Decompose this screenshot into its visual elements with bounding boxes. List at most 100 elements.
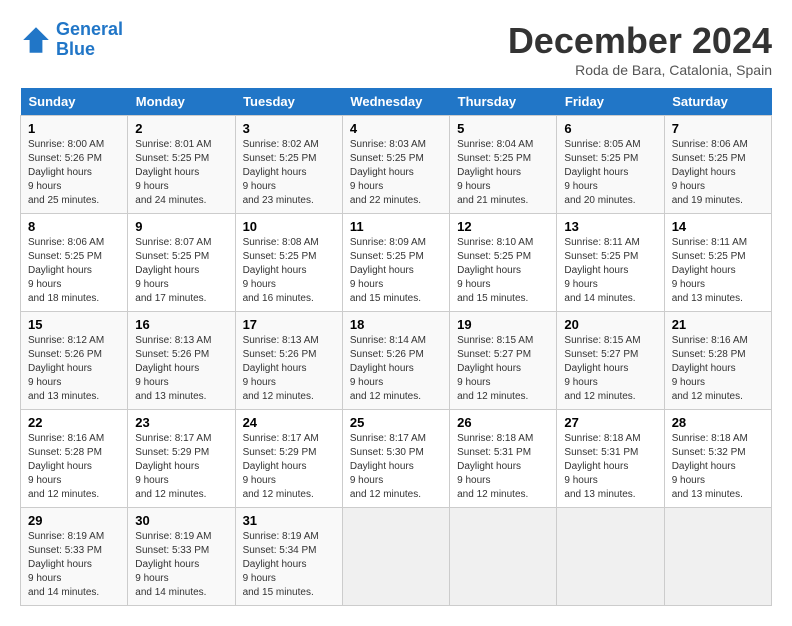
header-thursday: Thursday xyxy=(450,88,557,116)
day-number: 6 xyxy=(564,121,656,136)
calendar-cell: 4Sunrise: 8:03 AMSunset: 5:25 PMDaylight… xyxy=(342,116,449,214)
day-number: 5 xyxy=(457,121,549,136)
day-info: Sunrise: 8:02 AMSunset: 5:25 PMDaylight … xyxy=(243,138,335,208)
calendar-cell: 6 Sunrise: 8:05 AMSunset: 5:25 PMDaylight… xyxy=(557,116,664,214)
day-number: 21 xyxy=(672,317,764,332)
day-number: 8 xyxy=(28,219,120,234)
calendar-cell: 24Sunrise: 8:17 AMSunset: 5:29 PMDayligh… xyxy=(235,410,342,508)
calendar-row: 22 Sunrise: 8:16 AMSunset: 5:28 PMDayligh… xyxy=(21,410,772,508)
calendar-cell: 21 Sunrise: 8:16 AMSunset: 5:28 PMDayligh… xyxy=(664,312,771,410)
day-number: 11 xyxy=(350,219,442,234)
calendar-cell: 23 Sunrise: 8:17 AMSunset: 5:29 PMDayligh… xyxy=(128,410,235,508)
day-info: Sunrise: 8:10 AMSunset: 5:25 PMDaylight … xyxy=(457,236,549,306)
day-info: Sunrise: 8:03 AMSunset: 5:25 PMDaylight … xyxy=(350,138,442,208)
calendar-body: 1 Sunrise: 8:00 AMSunset: 5:26 PMDaylight… xyxy=(21,116,772,606)
day-info: Sunrise: 8:15 AMSunset: 5:27 PMDaylight … xyxy=(457,334,549,404)
calendar-cell: 8 Sunrise: 8:06 AMSunset: 5:25 PMDaylight… xyxy=(21,214,128,312)
day-info: Sunrise: 8:15 AMSunset: 5:27 PMDaylight … xyxy=(564,334,656,404)
calendar-cell: 16Sunrise: 8:13 AMSunset: 5:26 PMDayligh… xyxy=(128,312,235,410)
calendar-cell: 7Sunrise: 8:06 AMSunset: 5:25 PMDaylight… xyxy=(664,116,771,214)
day-info: Sunrise: 8:04 AMSunset: 5:25 PMDaylight … xyxy=(457,138,549,208)
day-number: 31 xyxy=(243,513,335,528)
calendar-cell: 27Sunrise: 8:18 AMSunset: 5:31 PMDayligh… xyxy=(557,410,664,508)
day-info: Sunrise: 8:19 AMSunset: 5:33 PMDaylight … xyxy=(28,530,120,600)
calendar-cell: 31 Sunrise: 8:19 AMSunset: 5:34 PMDayligh… xyxy=(235,508,342,606)
day-number: 26 xyxy=(457,415,549,430)
calendar-row: 1 Sunrise: 8:00 AMSunset: 5:26 PMDaylight… xyxy=(21,116,772,214)
day-info: Sunrise: 8:17 AMSunset: 5:29 PMDaylight … xyxy=(243,432,335,502)
calendar-cell: 19 Sunrise: 8:15 AMSunset: 5:27 PMDayligh… xyxy=(450,312,557,410)
title-block: December 2024 Roda de Bara, Catalonia, S… xyxy=(508,20,772,78)
day-number: 29 xyxy=(28,513,120,528)
calendar-cell: 2 Sunrise: 8:01 AMSunset: 5:25 PMDaylight… xyxy=(128,116,235,214)
page-header: General Blue December 2024 Roda de Bara,… xyxy=(20,20,772,78)
day-number: 19 xyxy=(457,317,549,332)
day-info: Sunrise: 8:17 AMSunset: 5:29 PMDaylight … xyxy=(135,432,227,502)
day-info: Sunrise: 8:11 AMSunset: 5:25 PMDaylight … xyxy=(564,236,656,306)
calendar-row: 15Sunrise: 8:12 AMSunset: 5:26 PMDayligh… xyxy=(21,312,772,410)
day-number: 9 xyxy=(135,219,227,234)
day-number: 28 xyxy=(672,415,764,430)
day-number: 18 xyxy=(350,317,442,332)
day-number: 23 xyxy=(135,415,227,430)
day-info: Sunrise: 8:18 AMSunset: 5:32 PMDaylight … xyxy=(672,432,764,502)
day-number: 13 xyxy=(564,219,656,234)
day-number: 1 xyxy=(28,121,120,136)
day-info: Sunrise: 8:07 AMSunset: 5:25 PMDaylight … xyxy=(135,236,227,306)
calendar-row: 8 Sunrise: 8:06 AMSunset: 5:25 PMDaylight… xyxy=(21,214,772,312)
day-number: 12 xyxy=(457,219,549,234)
day-info: Sunrise: 8:19 AMSunset: 5:33 PMDaylight … xyxy=(135,530,227,600)
day-number: 3 xyxy=(243,121,335,136)
logo-text: General Blue xyxy=(56,20,123,60)
calendar-cell: 11 Sunrise: 8:09 AMSunset: 5:25 PMDayligh… xyxy=(342,214,449,312)
day-info: Sunrise: 8:18 AMSunset: 5:31 PMDaylight … xyxy=(564,432,656,502)
logo-line1: General xyxy=(56,19,123,39)
day-number: 17 xyxy=(243,317,335,332)
day-info: Sunrise: 8:17 AMSunset: 5:30 PMDaylight … xyxy=(350,432,442,502)
calendar-cell: 29 Sunrise: 8:19 AMSunset: 5:33 PMDayligh… xyxy=(21,508,128,606)
day-info: Sunrise: 8:12 AMSunset: 5:26 PMDaylight … xyxy=(28,334,120,404)
day-info: Sunrise: 8:00 AMSunset: 5:26 PMDaylight … xyxy=(28,138,120,208)
month-title: December 2024 xyxy=(508,20,772,62)
calendar-cell: 20 Sunrise: 8:15 AMSunset: 5:27 PMDayligh… xyxy=(557,312,664,410)
day-number: 14 xyxy=(672,219,764,234)
day-info: Sunrise: 8:06 AMSunset: 5:25 PMDaylight … xyxy=(672,138,764,208)
header-sunday: Sunday xyxy=(21,88,128,116)
calendar-cell: 3 Sunrise: 8:02 AMSunset: 5:25 PMDaylight… xyxy=(235,116,342,214)
calendar-cell: 13 Sunrise: 8:11 AMSunset: 5:25 PMDayligh… xyxy=(557,214,664,312)
logo-icon xyxy=(20,24,52,56)
day-number: 25 xyxy=(350,415,442,430)
day-info: Sunrise: 8:01 AMSunset: 5:25 PMDaylight … xyxy=(135,138,227,208)
calendar-cell: 17 Sunrise: 8:13 AMSunset: 5:26 PMDayligh… xyxy=(235,312,342,410)
calendar-cell: 14Sunrise: 8:11 AMSunset: 5:25 PMDayligh… xyxy=(664,214,771,312)
day-info: Sunrise: 8:09 AMSunset: 5:25 PMDaylight … xyxy=(350,236,442,306)
day-info: Sunrise: 8:18 AMSunset: 5:31 PMDaylight … xyxy=(457,432,549,502)
logo: General Blue xyxy=(20,20,123,60)
calendar-cell: 26 Sunrise: 8:18 AMSunset: 5:31 PMDayligh… xyxy=(450,410,557,508)
calendar-cell: 25 Sunrise: 8:17 AMSunset: 5:30 PMDayligh… xyxy=(342,410,449,508)
day-number: 20 xyxy=(564,317,656,332)
calendar-cell: 22 Sunrise: 8:16 AMSunset: 5:28 PMDayligh… xyxy=(21,410,128,508)
header-saturday: Saturday xyxy=(664,88,771,116)
day-number: 2 xyxy=(135,121,227,136)
calendar-cell xyxy=(557,508,664,606)
day-info: Sunrise: 8:16 AMSunset: 5:28 PMDaylight … xyxy=(28,432,120,502)
day-info: Sunrise: 8:05 AMSunset: 5:25 PMDaylight … xyxy=(564,138,656,208)
logo-line2: Blue xyxy=(56,39,95,59)
day-info: Sunrise: 8:13 AMSunset: 5:26 PMDaylight … xyxy=(243,334,335,404)
calendar-cell: 28 Sunrise: 8:18 AMSunset: 5:32 PMDayligh… xyxy=(664,410,771,508)
calendar-cell xyxy=(450,508,557,606)
header-monday: Monday xyxy=(128,88,235,116)
calendar-cell xyxy=(342,508,449,606)
header-tuesday: Tuesday xyxy=(235,88,342,116)
calendar-cell: 10Sunrise: 8:08 AMSunset: 5:25 PMDayligh… xyxy=(235,214,342,312)
day-number: 22 xyxy=(28,415,120,430)
day-info: Sunrise: 8:16 AMSunset: 5:28 PMDaylight … xyxy=(672,334,764,404)
day-info: Sunrise: 8:06 AMSunset: 5:25 PMDaylight … xyxy=(28,236,120,306)
day-number: 16 xyxy=(135,317,227,332)
calendar-cell: 12 Sunrise: 8:10 AMSunset: 5:25 PMDayligh… xyxy=(450,214,557,312)
calendar-cell: 18Sunrise: 8:14 AMSunset: 5:26 PMDayligh… xyxy=(342,312,449,410)
header-wednesday: Wednesday xyxy=(342,88,449,116)
day-number: 10 xyxy=(243,219,335,234)
day-info: Sunrise: 8:19 AMSunset: 5:34 PMDaylight … xyxy=(243,530,335,600)
